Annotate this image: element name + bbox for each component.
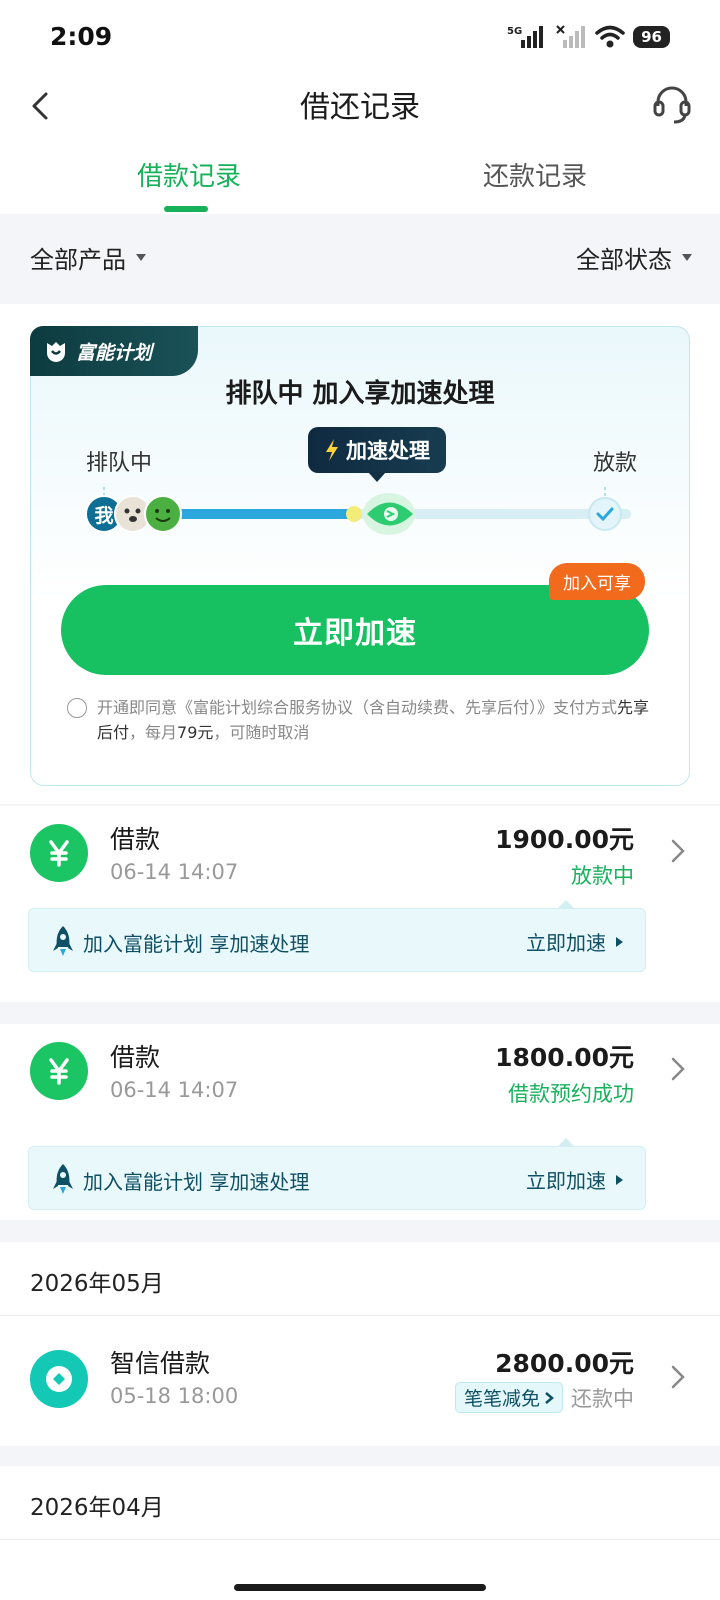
yuan-icon	[30, 824, 88, 882]
signal-off-icon	[556, 25, 586, 48]
lightning-icon	[326, 439, 338, 461]
chevron-right-icon	[671, 839, 685, 863]
accelerate-now-label: 立即加速	[293, 616, 417, 651]
promo-section: 富能计划 排队中 加入享加速处理 排队中 加速处理 放款 我 立即加速 加入可享…	[0, 304, 720, 804]
divider	[0, 1220, 720, 1242]
page-title: 借还记录	[300, 90, 420, 125]
record-title: 借款	[110, 1043, 161, 1072]
product-filter[interactable]: 全部产品	[30, 240, 146, 275]
product-filter-label: 全部产品	[30, 246, 126, 274]
rocket-icon	[53, 926, 73, 956]
month-header: 2026年04月	[0, 1466, 720, 1540]
queue-progress-track: 我	[85, 487, 631, 535]
plan-badge: 富能计划	[30, 326, 198, 376]
banner-text: 加入富能计划 享加速处理	[83, 932, 310, 956]
wifi-icon	[595, 25, 625, 48]
agreement-highlight-price: 79元	[177, 723, 214, 742]
caret-right-icon	[616, 936, 623, 947]
record-amount: 2800.00元	[495, 1349, 634, 1378]
agreement-suffix: ，可随时取消	[213, 723, 310, 742]
queue-label: 排队中	[86, 451, 153, 476]
crown-shield-icon	[47, 342, 65, 362]
list-item[interactable]: 借款 06-14 14:07 1900.00元 放款中 加入富能计划 享加速处理…	[0, 806, 720, 1002]
banner-action-label: 立即加速	[526, 931, 606, 955]
rocket-icon	[363, 493, 415, 535]
status-time: 2:09	[50, 22, 113, 51]
rocket-icon	[53, 1164, 73, 1194]
battery-indicator: 96	[633, 26, 670, 48]
filter-bar: 全部产品 全部状态	[0, 214, 720, 304]
agreement-radio[interactable]	[67, 698, 87, 718]
record-status-group: 笔笔减免 还款中	[454, 1382, 634, 1413]
banner-text: 加入富能计划 享加速处理	[83, 1170, 310, 1194]
record-status: 放款中	[571, 864, 634, 888]
network-type: 5G	[507, 26, 522, 37]
month-header: 2026年05月	[0, 1242, 720, 1316]
agreement-text: 开通即同意《富能计划综合服务协议（含自动续费、先享后付）》支付方式先享后付，每月…	[67, 695, 657, 745]
release-label: 放款	[592, 451, 637, 476]
tab-repay-records[interactable]: 还款记录	[483, 156, 587, 193]
nav-bar: 借还记录	[0, 76, 720, 138]
record-date: 06-14 14:07	[110, 1078, 239, 1102]
banner-action-label: 立即加速	[526, 1169, 606, 1193]
record-tabs: 借款记录 还款记录	[0, 138, 720, 214]
headset-icon[interactable]	[650, 82, 694, 126]
record-amount: 1900.00元	[495, 825, 634, 854]
tab-borrow-records[interactable]: 借款记录	[137, 156, 241, 193]
zhixin-loan-icon	[30, 1350, 88, 1408]
record-status: 还款中	[571, 1386, 634, 1411]
banner-action[interactable]: 立即加速	[526, 1165, 623, 1194]
release-check-icon	[588, 497, 622, 531]
record-title: 借款	[110, 825, 161, 854]
reduction-tag[interactable]: 笔笔减免	[454, 1382, 563, 1413]
accelerate-label: 加速处理	[346, 439, 430, 463]
record-title: 智信借款	[110, 1349, 211, 1378]
agreement-prefix: 开通即同意《富能计划综合服务协议（含自动续费、先享后付）》支付方式	[97, 698, 618, 717]
record-status: 借款预约成功	[508, 1082, 634, 1106]
divider	[0, 1002, 720, 1024]
record-date: 06-14 14:07	[110, 860, 239, 884]
active-tab-indicator	[164, 206, 208, 212]
month-label: 2026年05月	[30, 1271, 164, 1297]
status-bar: 2:09 5G 96	[0, 0, 720, 76]
record-amount: 1800.00元	[495, 1043, 634, 1072]
chevron-right-icon	[545, 1391, 554, 1404]
signal-icon: 5G	[507, 26, 544, 48]
list-continuation	[0, 1540, 720, 1600]
caret-right-icon	[616, 1174, 623, 1185]
reduction-tag-label: 笔笔减免	[463, 1388, 540, 1410]
record-date: 05-18 18:00	[110, 1384, 239, 1408]
join-benefit-tag: 加入可享	[549, 563, 645, 600]
agreement-mid: ，每月	[129, 723, 178, 742]
plan-badge-label: 富能计划	[76, 341, 153, 364]
avatar-smiley	[144, 495, 182, 533]
list-item[interactable]: 借款 06-14 14:07 1800.00元 借款预约成功 加入富能计划 享加…	[0, 1024, 720, 1220]
accelerate-promo-card: 富能计划 排队中 加入享加速处理 排队中 加速处理 放款 我 立即加速 加入可享…	[30, 326, 690, 786]
list-item[interactable]: 智信借款 05-18 18:00 2800.00元 笔笔减免 还款中	[0, 1316, 720, 1446]
status-filter-label: 全部状态	[576, 246, 672, 274]
caret-down-icon	[682, 254, 692, 261]
accelerate-banner[interactable]: 加入富能计划 享加速处理 立即加速	[28, 1138, 646, 1210]
month-label: 2026年04月	[30, 1495, 164, 1521]
chevron-right-icon	[671, 1365, 685, 1389]
avatar-me-label: 我	[94, 505, 113, 527]
accelerate-pill: 加速处理	[308, 427, 446, 482]
yuan-icon	[30, 1042, 88, 1100]
banner-action[interactable]: 立即加速	[526, 927, 623, 956]
chevron-right-icon	[671, 1057, 685, 1081]
home-indicator[interactable]	[234, 1584, 486, 1591]
promo-title: 排队中 加入享加速处理	[225, 379, 495, 409]
caret-down-icon	[136, 254, 146, 261]
status-icons: 5G 96	[507, 24, 670, 50]
accelerate-banner[interactable]: 加入富能计划 享加速处理 立即加速	[28, 900, 646, 972]
divider	[0, 1446, 720, 1466]
status-filter[interactable]: 全部状态	[576, 240, 692, 275]
